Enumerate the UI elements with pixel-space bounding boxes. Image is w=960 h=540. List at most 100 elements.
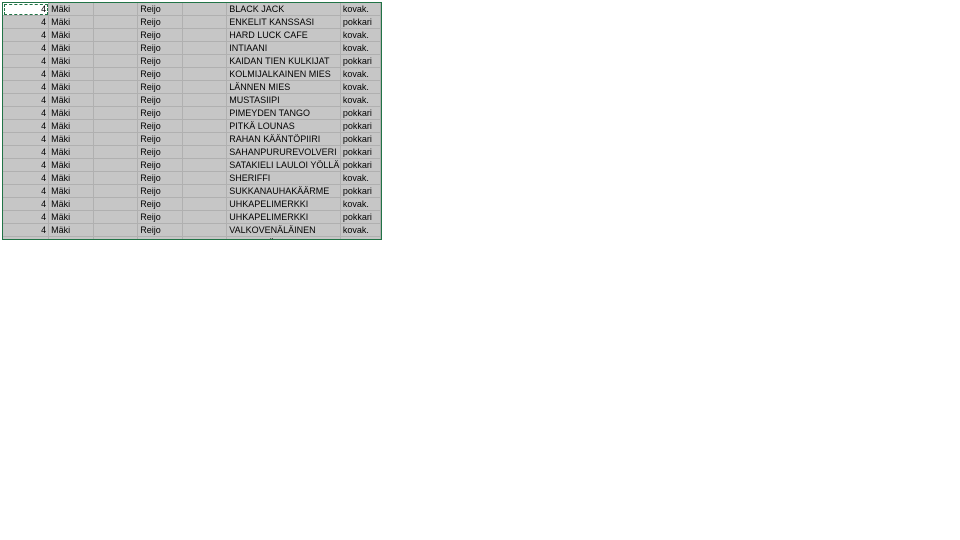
cell-last-name[interactable]: Mäki (48, 210, 94, 224)
cell-number[interactable]: 4 (3, 145, 50, 159)
cell-binding-type[interactable]: kovak. (340, 171, 381, 185)
cell-empty[interactable] (182, 197, 228, 211)
cell-number[interactable]: 4 (3, 158, 50, 172)
cell-binding-type[interactable]: pokkari (340, 210, 381, 224)
cell-number[interactable]: 4 (3, 132, 50, 146)
cell-empty[interactable] (93, 223, 139, 237)
cell-book-title[interactable]: SHERIFFI (226, 171, 341, 185)
cell-binding-type[interactable]: pokkari (340, 15, 381, 29)
cell-binding-type[interactable]: kovak. (340, 41, 381, 55)
cell-last-name[interactable]: Mäki (48, 158, 94, 172)
cell-number[interactable]: 4 (3, 236, 50, 239)
cell-last-name[interactable]: Mäki (48, 3, 94, 16)
cell-number[interactable]: 4 (3, 41, 50, 55)
cell-number[interactable]: 4 (3, 28, 50, 42)
cell-empty[interactable] (182, 184, 228, 198)
cell-binding-type[interactable]: kovak. (340, 28, 381, 42)
cell-number[interactable]: 4 (3, 93, 50, 107)
cell-binding-type[interactable]: kovak. (340, 236, 381, 239)
cell-last-name[interactable]: Mäki (48, 28, 94, 42)
cell-binding-type[interactable]: pokkari (340, 158, 381, 172)
cell-book-title[interactable]: HARD LUCK CAFE (226, 28, 341, 42)
cell-first-name[interactable]: Reijo (137, 210, 183, 224)
cell-empty[interactable] (182, 3, 228, 16)
cell-last-name[interactable]: Mäki (48, 197, 94, 211)
cell-last-name[interactable]: Mäki (48, 119, 94, 133)
cell-first-name[interactable]: Reijo (137, 158, 183, 172)
cell-book-title[interactable]: LÄNNEN MIES (226, 80, 341, 94)
cell-empty[interactable] (182, 145, 228, 159)
cell-empty[interactable] (182, 67, 228, 81)
cell-last-name[interactable]: Mäki (48, 41, 94, 55)
cell-book-title[interactable]: YHDEN TÄHDEN MIES (226, 236, 341, 239)
cell-empty[interactable] (182, 106, 228, 120)
cell-book-title[interactable]: VALKOVENÄLÄINEN (226, 223, 341, 237)
cell-empty[interactable] (182, 171, 228, 185)
cell-first-name[interactable]: Reijo (137, 3, 183, 16)
cell-last-name[interactable]: Mäki (48, 236, 94, 239)
cell-first-name[interactable]: Reijo (137, 132, 183, 146)
cell-empty[interactable] (182, 15, 228, 29)
cell-first-name[interactable]: Reijo (137, 119, 183, 133)
cell-empty[interactable] (182, 210, 228, 224)
cell-number[interactable]: 4 (3, 54, 50, 68)
cell-binding-type[interactable]: kovak. (340, 3, 381, 16)
cell-last-name[interactable]: Mäki (48, 145, 94, 159)
cell-book-title[interactable]: KAIDAN TIEN KULKIJAT (226, 54, 341, 68)
cell-binding-type[interactable]: pokkari (340, 145, 381, 159)
cell-last-name[interactable]: Mäki (48, 223, 94, 237)
cell-empty[interactable] (93, 184, 139, 198)
cell-binding-type[interactable]: kovak. (340, 223, 381, 237)
cell-empty[interactable] (93, 106, 139, 120)
cell-book-title[interactable]: MUSTASIIPI (226, 93, 341, 107)
cell-number[interactable]: 4 (3, 15, 50, 29)
cell-book-title[interactable]: UHKAPELIMERKKI (226, 197, 341, 211)
cell-last-name[interactable]: Mäki (48, 171, 94, 185)
cell-empty[interactable] (93, 210, 139, 224)
cell-last-name[interactable]: Mäki (48, 54, 94, 68)
cell-book-title[interactable]: SATAKIELI LAULOI YÖLLÄ (226, 158, 341, 172)
cell-empty[interactable] (93, 197, 139, 211)
cell-empty[interactable] (93, 236, 139, 239)
cell-empty[interactable] (182, 119, 228, 133)
cell-number[interactable]: 4 (3, 210, 50, 224)
cell-empty[interactable] (182, 158, 228, 172)
cell-empty[interactable] (182, 28, 228, 42)
cell-empty[interactable] (93, 132, 139, 146)
cell-book-title[interactable]: INTIAANI (226, 41, 341, 55)
cell-empty[interactable] (93, 41, 139, 55)
cell-empty[interactable] (93, 28, 139, 42)
cell-first-name[interactable]: Reijo (137, 80, 183, 94)
cell-binding-type[interactable]: kovak. (340, 93, 381, 107)
cell-book-title[interactable]: SUKKANAUHAKÄÄRME (226, 184, 341, 198)
cell-first-name[interactable]: Reijo (137, 236, 183, 239)
cell-first-name[interactable]: Reijo (137, 54, 183, 68)
cell-book-title[interactable]: PITKÄ LOUNAS (226, 119, 341, 133)
cell-number[interactable]: 4 (3, 171, 50, 185)
cell-first-name[interactable]: Reijo (137, 93, 183, 107)
cell-number[interactable]: 4 (3, 119, 50, 133)
cell-empty[interactable] (93, 54, 139, 68)
cell-book-title[interactable]: BLACK JACK (226, 3, 341, 16)
cell-empty[interactable] (93, 158, 139, 172)
cell-empty[interactable] (93, 67, 139, 81)
cell-book-title[interactable]: PIMEYDEN TANGO (226, 106, 341, 120)
cell-first-name[interactable]: Reijo (137, 223, 183, 237)
cell-number[interactable]: 4 (3, 80, 50, 94)
cell-empty[interactable] (93, 80, 139, 94)
cell-book-title[interactable]: KOLMIJALKAINEN MIES (226, 67, 341, 81)
cell-empty[interactable] (182, 80, 228, 94)
cell-first-name[interactable]: Reijo (137, 145, 183, 159)
cell-book-title[interactable]: UHKAPELIMERKKI (226, 210, 341, 224)
cell-empty[interactable] (93, 3, 139, 16)
cell-first-name[interactable]: Reijo (137, 106, 183, 120)
cell-first-name[interactable]: Reijo (137, 41, 183, 55)
cell-binding-type[interactable]: kovak. (340, 80, 381, 94)
active-cell[interactable]: 4 (3, 3, 50, 16)
cell-empty[interactable] (93, 93, 139, 107)
cell-last-name[interactable]: Mäki (48, 93, 94, 107)
cell-first-name[interactable]: Reijo (137, 171, 183, 185)
cell-number[interactable]: 4 (3, 184, 50, 198)
cell-book-title[interactable]: SAHANPURUREVOLVERI (226, 145, 341, 159)
cell-binding-type[interactable]: kovak. (340, 197, 381, 211)
